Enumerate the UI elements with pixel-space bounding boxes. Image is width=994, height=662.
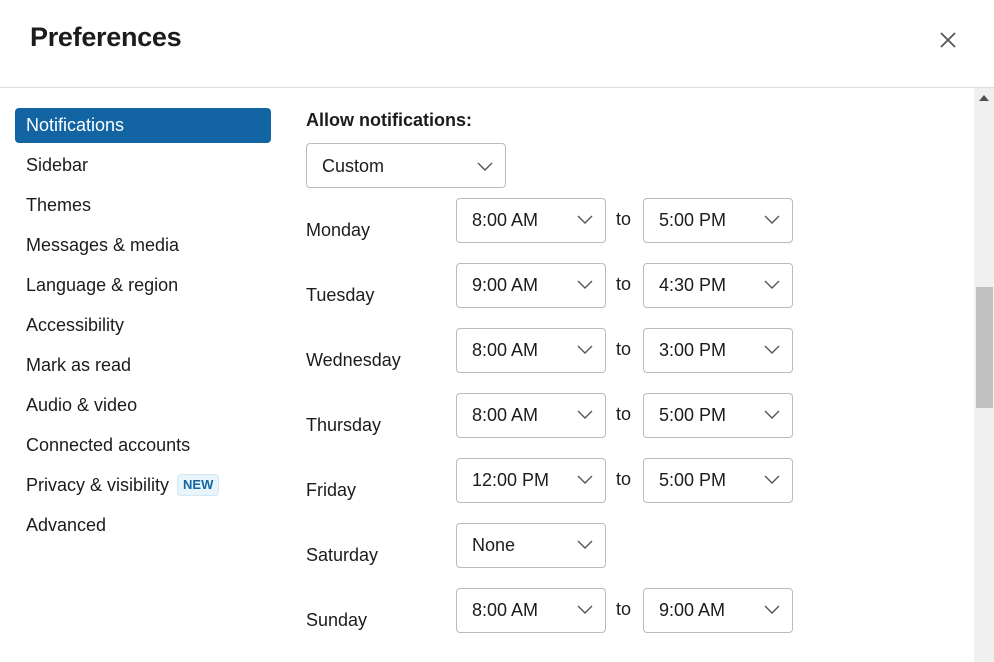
monday-start-time-select[interactable]: 8:00 AM xyxy=(456,198,606,243)
chevron-down-icon xyxy=(764,410,780,419)
sidebar-item-label: Connected accounts xyxy=(26,435,191,455)
sidebar-item-label: Notifications xyxy=(26,115,125,135)
sidebar-item-accessibility[interactable]: Accessibility xyxy=(15,308,271,343)
chevron-down-icon xyxy=(577,540,593,549)
chevron-down-icon xyxy=(764,605,780,614)
sidebar-item-mark-as-read[interactable]: Mark as read xyxy=(15,348,271,383)
scrollbar[interactable] xyxy=(974,88,994,662)
close-icon xyxy=(940,32,956,48)
chevron-down-icon xyxy=(764,345,780,354)
select-value: 9:00 AM xyxy=(659,600,726,620)
sidebar-item-label: Audio & video xyxy=(26,395,138,415)
select-value: 5:00 PM xyxy=(659,470,727,490)
sidebar-item-privacy-visibility[interactable]: Privacy & visibility NEW xyxy=(15,468,271,503)
scroll-up-arrow-icon[interactable] xyxy=(979,95,989,101)
sidebar-item-label: Language & region xyxy=(26,275,179,295)
select-value: 8:00 AM xyxy=(472,600,539,620)
day-label: Thursday xyxy=(306,415,382,435)
chevron-down-icon xyxy=(764,280,780,289)
scrollbar-thumb[interactable] xyxy=(976,287,993,408)
sidebar-item-audio-video[interactable]: Audio & video xyxy=(15,388,271,423)
allow-notifications-label: Allow notifications: xyxy=(306,110,472,130)
tuesday-start-time-select[interactable]: 9:00 AM xyxy=(456,263,606,308)
select-value: 9:00 AM xyxy=(472,275,539,295)
sidebar-item-messages-media[interactable]: Messages & media xyxy=(15,228,271,263)
sidebar-item-label: Sidebar xyxy=(26,155,89,175)
day-label: Monday xyxy=(306,220,371,240)
select-value: 12:00 PM xyxy=(472,470,550,490)
day-label: Sunday xyxy=(306,610,368,630)
monday-end-time-select[interactable]: 5:00 PM xyxy=(643,198,793,243)
sidebar-item-label: Privacy & visibility xyxy=(26,475,170,495)
friday-end-time-select[interactable]: 5:00 PM xyxy=(643,458,793,503)
to-label: to xyxy=(616,274,632,294)
chevron-down-icon xyxy=(764,215,780,224)
sidebar-item-label: Advanced xyxy=(26,515,107,535)
select-value: 3:00 PM xyxy=(659,340,727,360)
sidebar-item-language-region[interactable]: Language & region xyxy=(15,268,271,303)
saturday-start-time-select[interactable]: None xyxy=(456,523,606,568)
select-value: 8:00 AM xyxy=(472,405,539,425)
wednesday-end-time-select[interactable]: 3:00 PM xyxy=(643,328,793,373)
select-value: 5:00 PM xyxy=(659,210,727,230)
to-label: to xyxy=(616,469,632,489)
select-value: 4:30 PM xyxy=(659,275,727,295)
select-value: Custom xyxy=(322,156,385,176)
day-label: Wednesday xyxy=(306,350,401,370)
sidebar-item-label: Themes xyxy=(26,195,92,215)
day-label: Saturday xyxy=(306,545,379,565)
friday-start-time-select[interactable]: 12:00 PM xyxy=(456,458,606,503)
sidebar-item-label: Mark as read xyxy=(26,355,132,375)
day-label: Friday xyxy=(306,480,357,500)
wednesday-start-time-select[interactable]: 8:00 AM xyxy=(456,328,606,373)
select-value: None xyxy=(472,535,516,555)
close-button[interactable] xyxy=(934,26,962,54)
chevron-down-icon xyxy=(577,280,593,289)
tuesday-end-time-select[interactable]: 4:30 PM xyxy=(643,263,793,308)
sidebar-item-themes[interactable]: Themes xyxy=(15,188,271,223)
chevron-down-icon xyxy=(477,162,493,171)
allow-notifications-select[interactable]: Custom xyxy=(306,143,506,188)
to-label: to xyxy=(616,599,632,619)
day-label: Tuesday xyxy=(306,285,375,305)
preferences-header: Preferences xyxy=(0,0,994,88)
sunday-end-time-select[interactable]: 9:00 AM xyxy=(643,588,793,633)
to-label: to xyxy=(616,404,632,424)
sidebar-item-connected-accounts[interactable]: Connected accounts xyxy=(15,428,271,463)
sunday-start-time-select[interactable]: 8:00 AM xyxy=(456,588,606,633)
thursday-end-time-select[interactable]: 5:00 PM xyxy=(643,393,793,438)
new-badge: NEW xyxy=(177,474,220,496)
chevron-down-icon xyxy=(764,475,780,484)
chevron-down-icon xyxy=(577,475,593,484)
thursday-start-time-select[interactable]: 8:00 AM xyxy=(456,393,606,438)
chevron-down-icon xyxy=(577,410,593,419)
chevron-down-icon xyxy=(577,345,593,354)
notifications-panel: Allow notifications: Custom Monday 8:00 A… xyxy=(306,108,966,633)
page-title: Preferences xyxy=(30,22,182,52)
sidebar-item-advanced[interactable]: Advanced xyxy=(15,508,271,543)
chevron-down-icon xyxy=(577,215,593,224)
sidebar-item-label: Accessibility xyxy=(26,315,125,335)
sidebar-item-notifications[interactable]: Notifications xyxy=(15,108,271,143)
select-value: 8:00 AM xyxy=(472,340,539,360)
sidebar-item-sidebar[interactable]: Sidebar xyxy=(15,148,271,183)
to-label: to xyxy=(616,339,632,359)
chevron-down-icon xyxy=(577,605,593,614)
preferences-sidebar: Notifications Sidebar Themes Messages & … xyxy=(15,108,271,548)
sidebar-item-label: Messages & media xyxy=(26,235,180,255)
select-value: 5:00 PM xyxy=(659,405,727,425)
select-value: 8:00 AM xyxy=(472,210,539,230)
to-label: to xyxy=(616,209,632,229)
